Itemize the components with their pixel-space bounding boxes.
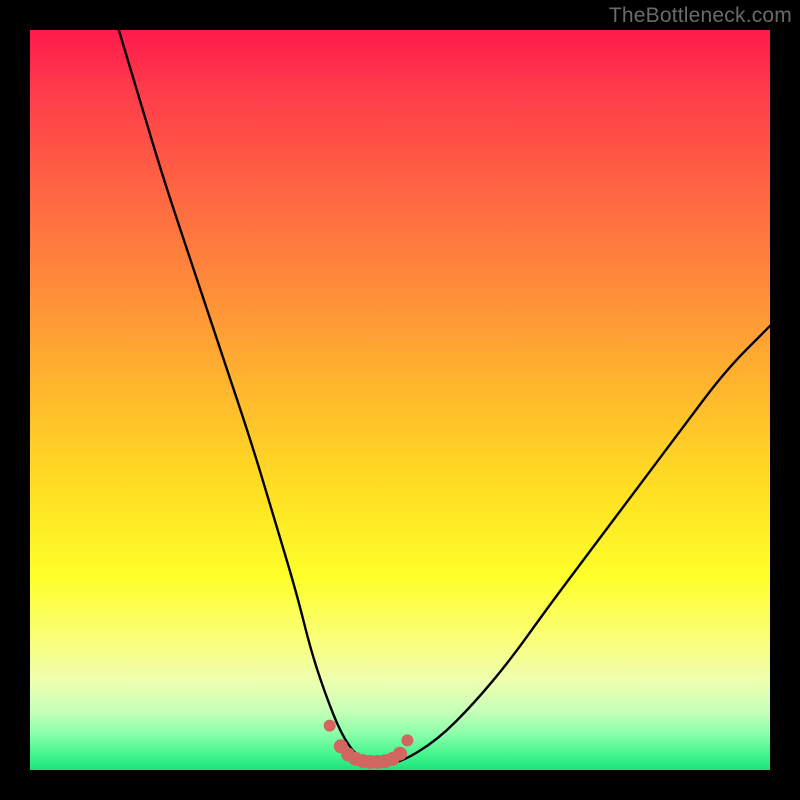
plateau-marker xyxy=(401,734,413,746)
plot-area xyxy=(30,30,770,770)
watermark-text: TheBottleneck.com xyxy=(609,4,792,28)
bottleneck-chart-svg xyxy=(30,30,770,770)
chart-frame: TheBottleneck.com xyxy=(0,0,800,800)
plateau-marker xyxy=(393,747,407,761)
bottleneck-curve-path xyxy=(119,30,770,763)
plateau-marker xyxy=(324,720,336,732)
